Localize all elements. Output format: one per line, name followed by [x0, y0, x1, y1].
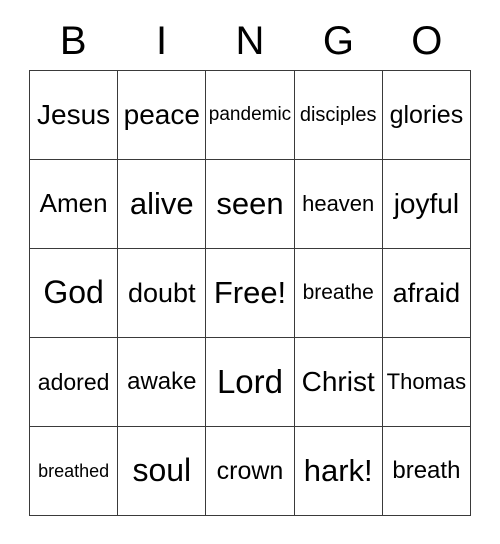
bingo-cell-label: glories [389, 100, 464, 129]
bingo-cell[interactable]: Thomas [382, 338, 471, 427]
bingo-cell[interactable]: crown [206, 427, 295, 516]
bingo-cell[interactable]: adored [30, 338, 119, 427]
bingo-cell[interactable]: disciples [294, 71, 383, 160]
bingo-cell[interactable]: breathe [294, 249, 383, 338]
bingo-cell-label: peace [123, 99, 200, 131]
bingo-cell-label: pandemic [208, 104, 292, 126]
bingo-cell-label: soul [132, 452, 192, 489]
bingo-cell-label: hark! [303, 452, 373, 488]
bingo-header-letter-b: B [59, 19, 87, 63]
bingo-cell-label: Lord [216, 362, 284, 400]
bingo-cell[interactable]: pandemic [206, 71, 295, 160]
bingo-cell[interactable]: heaven [294, 160, 383, 249]
bingo-cell[interactable]: seen [206, 160, 295, 249]
bingo-cell-label: disciples [299, 103, 377, 126]
bingo-cell-label: alive [129, 185, 194, 221]
bingo-cell-label: joyful [393, 188, 460, 220]
bingo-cell[interactable]: doubt [118, 249, 207, 338]
bingo-cell[interactable]: Jesus [30, 71, 119, 160]
bingo-cell-label: Amen [39, 188, 108, 219]
bingo-cell[interactable]: breath [382, 427, 471, 516]
bingo-header-letter-g: G [322, 19, 354, 63]
bingo-cell-label: Thomas [386, 369, 467, 395]
bingo-cell[interactable]: Amen [30, 160, 119, 249]
bingo-cell-label: afraid [392, 277, 461, 308]
bingo-cell-label: breathed [38, 460, 110, 481]
bingo-cell[interactable]: soul [118, 427, 207, 516]
bingo-cell-label: awake [127, 368, 197, 396]
bingo-cell[interactable]: alive [118, 160, 207, 249]
bingo-cell[interactable]: hark! [294, 427, 383, 516]
bingo-cell-label: breathe [302, 280, 374, 304]
bingo-cell[interactable]: peace [118, 71, 207, 160]
bingo-cell-label: Christ [301, 366, 375, 398]
bingo-cell[interactable]: God [30, 249, 119, 338]
bingo-cell-label: Free! [213, 274, 287, 310]
bingo-cell-label: Jesus [37, 99, 111, 131]
bingo-cell-label: doubt [128, 277, 196, 308]
bingo-cell[interactable]: breathed [30, 427, 119, 516]
bingo-cell[interactable]: Lord [206, 338, 295, 427]
bingo-cell-label: breath [392, 457, 461, 485]
bingo-cell-label: seen [216, 185, 284, 221]
bingo-grid: Jesus peace pandemic disciples glories A… [29, 70, 471, 516]
bingo-cell-label: crown [216, 456, 284, 485]
bingo-cell-label: adored [37, 368, 110, 395]
bingo-cell[interactable]: awake [118, 338, 207, 427]
bingo-cell[interactable]: joyful [382, 160, 471, 249]
bingo-header-letter-o: O [411, 19, 443, 63]
bingo-cell[interactable]: glories [382, 71, 471, 160]
bingo-card: B I N G O Jesus peace pandemic disciples… [29, 14, 471, 516]
bingo-header-letter-n: N [235, 19, 265, 63]
bingo-cell-label: heaven [302, 191, 375, 217]
bingo-header-letter-i: I [156, 19, 168, 63]
bingo-cell-free-space[interactable]: Free! [206, 249, 295, 338]
bingo-cell-label: God [43, 274, 104, 311]
bingo-header-row: B I N G O [29, 14, 471, 70]
bingo-cell[interactable]: afraid [382, 249, 471, 338]
bingo-cell[interactable]: Christ [294, 338, 383, 427]
